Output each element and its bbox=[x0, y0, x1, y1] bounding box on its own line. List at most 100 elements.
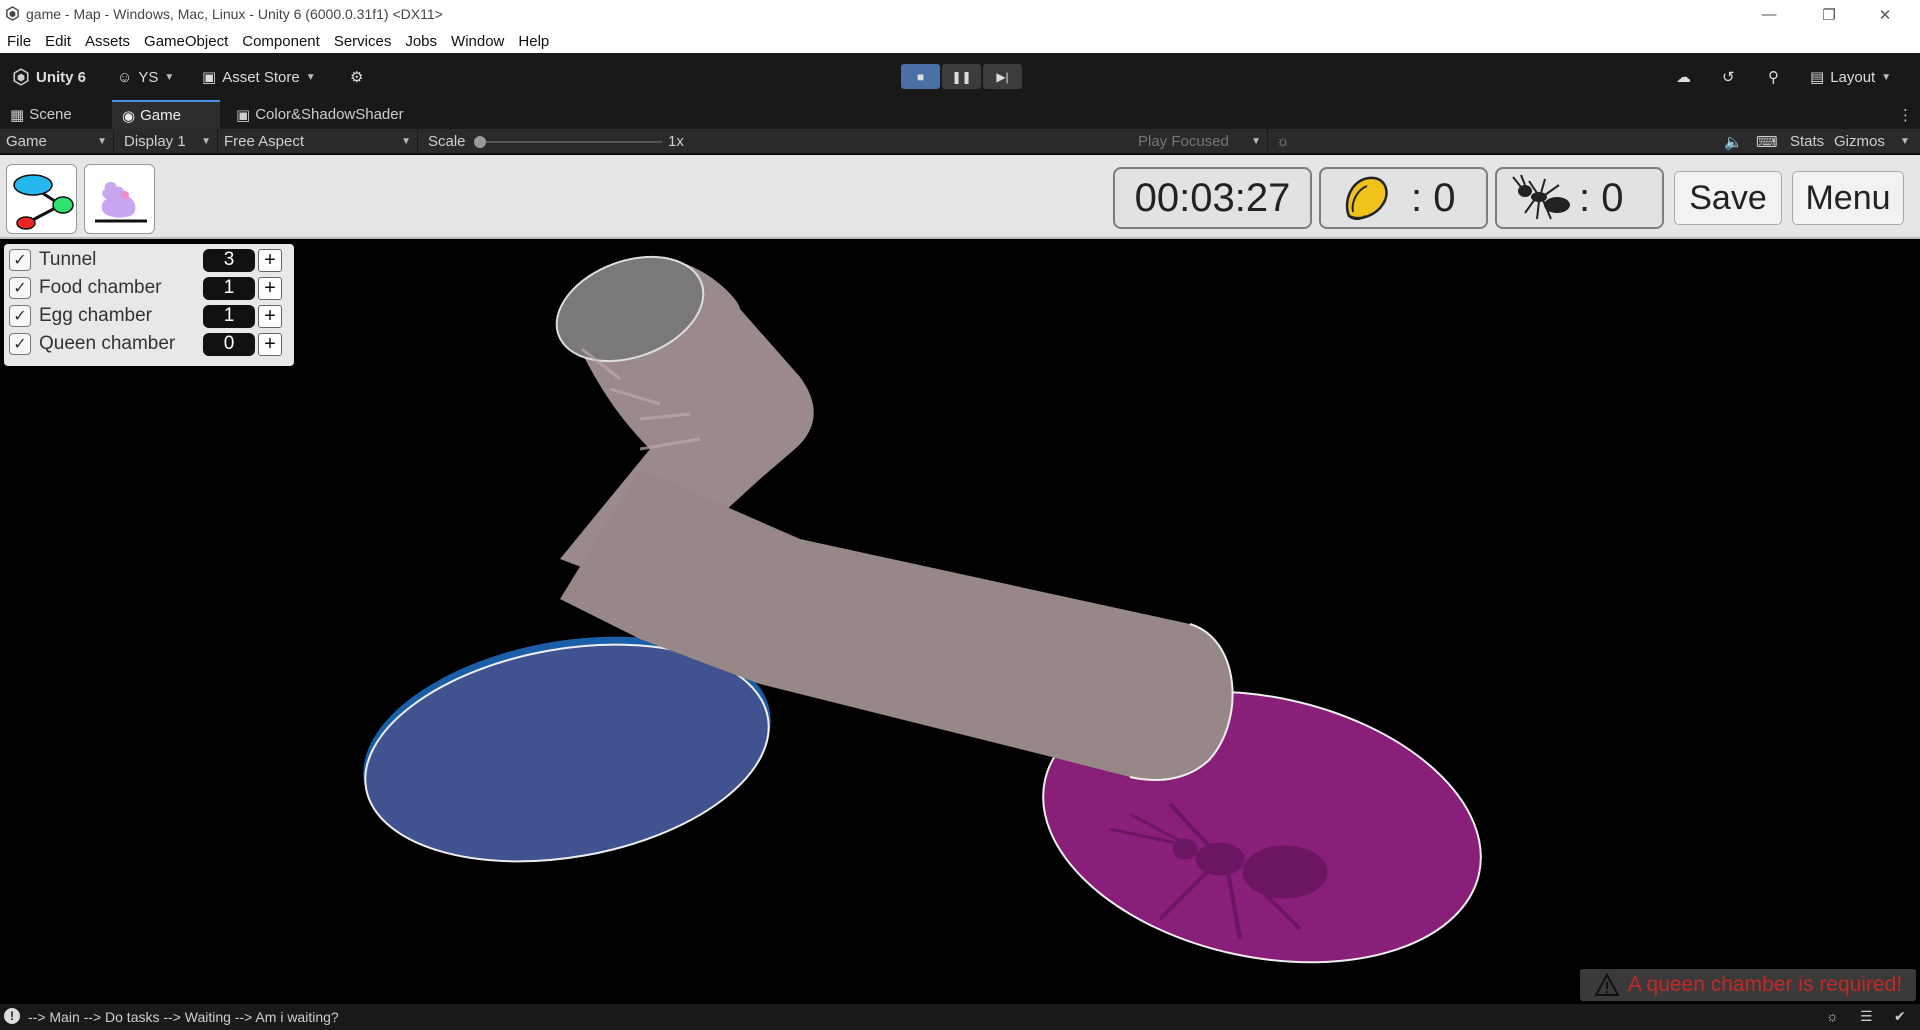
tab-scene-label: Scene bbox=[29, 106, 72, 123]
tab-menu-button[interactable]: ⋮ bbox=[1888, 100, 1914, 129]
status-bar: ! --> Main --> Do tasks --> Waiting --> … bbox=[0, 1004, 1920, 1030]
account-icon: ☺ bbox=[117, 68, 133, 86]
add-egg-chamber-button[interactable]: + bbox=[258, 304, 282, 328]
scale-slider[interactable] bbox=[478, 141, 662, 143]
console-last-message[interactable]: --> Main --> Do tasks --> Waiting --> Am… bbox=[28, 1009, 339, 1025]
checklist-label: Queen chamber bbox=[39, 333, 176, 354]
checklist-row-tunnel: ✓ Tunnel 3 + bbox=[9, 248, 289, 272]
main-toolbar: Unity 6 ☺ YS ▼ ▣ Asset Store ▼ ⚙ ■ ❚❚ ▶|… bbox=[0, 53, 1920, 100]
chamber-tool-button[interactable] bbox=[84, 164, 155, 234]
account-dropdown[interactable]: ☺ YS ▼ bbox=[117, 65, 174, 89]
minimize-icon[interactable]: — bbox=[1746, 0, 1792, 29]
pause-button[interactable]: ❚❚ bbox=[942, 64, 981, 89]
search-button[interactable]: ⚲ bbox=[1768, 65, 1779, 89]
history-button[interactable]: ↺ bbox=[1722, 65, 1735, 89]
checklist-label: Tunnel bbox=[39, 249, 97, 270]
layout-label: Layout bbox=[1830, 68, 1876, 86]
scale-slider-handle[interactable] bbox=[474, 136, 486, 148]
aspect-label: Free Aspect bbox=[224, 133, 305, 150]
menu-button[interactable]: Menu bbox=[1792, 171, 1904, 225]
ant-counter: : 0 bbox=[1495, 167, 1664, 229]
unity-version-label: Unity 6 bbox=[36, 68, 87, 86]
warning-banner: A queen chamber is required! bbox=[1580, 969, 1916, 1001]
chevron-down-icon: ▼ bbox=[1251, 136, 1261, 147]
add-queen-chamber-button[interactable]: + bbox=[258, 332, 282, 356]
display-dropdown[interactable]: Display 1 ▼ bbox=[118, 129, 218, 154]
stats-button[interactable]: Stats bbox=[1790, 129, 1824, 154]
checklist-count: 3 bbox=[203, 248, 255, 272]
checklist-label: Food chamber bbox=[39, 277, 162, 298]
menu-edit[interactable]: Edit bbox=[38, 33, 78, 50]
checklist-count: 1 bbox=[203, 276, 255, 300]
layout-icon: ▤ bbox=[1810, 69, 1825, 86]
services-button[interactable]: ⚙ bbox=[350, 65, 363, 89]
checkbox-food-chamber[interactable]: ✓ bbox=[9, 277, 31, 299]
chamber-blob-icon bbox=[95, 181, 147, 223]
bug-icon[interactable]: ☼ bbox=[1276, 129, 1290, 154]
chevron-down-icon: ▼ bbox=[201, 136, 211, 147]
play-mode-dropdown[interactable]: Play Focused ▼ bbox=[1132, 129, 1268, 154]
checkmark-icon: ✓ bbox=[13, 280, 27, 297]
grid-icon: ▦ bbox=[10, 106, 25, 124]
stop-icon: ■ bbox=[916, 69, 925, 84]
tunnel-network-icon bbox=[13, 174, 74, 230]
restore-icon[interactable]: ❐ bbox=[1806, 0, 1852, 29]
step-button[interactable]: ▶| bbox=[983, 64, 1022, 89]
scale-value: 1x bbox=[668, 133, 684, 150]
chevron-down-icon[interactable]: ▼ bbox=[1900, 129, 1910, 154]
seed-food-icon bbox=[1345, 176, 1388, 220]
menu-jobs[interactable]: Jobs bbox=[398, 33, 444, 50]
bug-report-icon[interactable]: ☼ bbox=[1826, 1008, 1839, 1024]
window-title: game - Map - Windows, Mac, Linux - Unity… bbox=[26, 6, 443, 22]
ant-count: : 0 bbox=[1579, 175, 1624, 220]
unity-logo-icon bbox=[6, 6, 19, 21]
chevron-down-icon: ▼ bbox=[305, 71, 316, 83]
unity-version-button[interactable]: Unity 6 bbox=[12, 65, 86, 89]
menu-component[interactable]: Component bbox=[235, 33, 327, 50]
warning-text: A queen chamber is required! bbox=[1627, 973, 1903, 996]
close-icon[interactable]: ✕ bbox=[1862, 0, 1908, 29]
tab-shader[interactable]: ▣ Color&ShadowShader bbox=[226, 100, 426, 129]
unity-cube-icon bbox=[13, 68, 29, 86]
cloud-button[interactable]: ☁ bbox=[1676, 65, 1691, 89]
history-icon: ↺ bbox=[1722, 69, 1735, 86]
menu-services[interactable]: Services bbox=[327, 33, 399, 50]
step-icon: ▶| bbox=[996, 69, 1009, 84]
ant-icon bbox=[1512, 174, 1570, 220]
settings-gear-icon: ⚙ bbox=[350, 69, 364, 86]
layout-dropdown[interactable]: ▤ Layout ▼ bbox=[1810, 65, 1891, 89]
aspect-dropdown[interactable]: Free Aspect ▼ bbox=[218, 129, 418, 154]
keyboard-icon[interactable]: ⌨ bbox=[1756, 129, 1778, 154]
menu-help[interactable]: Help bbox=[511, 33, 556, 50]
scale-label: Scale bbox=[428, 133, 466, 150]
save-button[interactable]: Save bbox=[1674, 171, 1782, 225]
account-label: YS bbox=[138, 68, 159, 86]
menu-assets[interactable]: Assets bbox=[78, 33, 137, 50]
tab-game[interactable]: ◉ Game bbox=[112, 100, 220, 129]
checkbox-tunnel[interactable]: ✓ bbox=[9, 249, 31, 271]
shader-file-icon: ▣ bbox=[236, 106, 251, 124]
gamepad-icon: ◉ bbox=[122, 107, 136, 125]
add-tunnel-button[interactable]: + bbox=[258, 248, 282, 272]
checkbox-queen-chamber[interactable]: ✓ bbox=[9, 333, 31, 355]
menu-window[interactable]: Window bbox=[444, 33, 511, 50]
add-food-chamber-button[interactable]: + bbox=[258, 276, 282, 300]
gizmos-button[interactable]: Gizmos bbox=[1834, 129, 1885, 154]
checkbox-egg-chamber[interactable]: ✓ bbox=[9, 305, 31, 327]
checkmark-icon: ✓ bbox=[13, 252, 27, 269]
tunnel-tool-button[interactable] bbox=[6, 164, 77, 234]
build-checklist: ✓ Tunnel 3 + ✓ Food chamber 1 + ✓ Egg ch… bbox=[4, 244, 294, 366]
more-vertical-icon: ⋮ bbox=[1898, 106, 1913, 124]
info-icon: ! bbox=[4, 1008, 20, 1024]
check-circle-icon[interactable]: ✔ bbox=[1894, 1008, 1906, 1025]
layers-icon[interactable]: ☰ bbox=[1860, 1008, 1873, 1025]
tab-scene[interactable]: ▦ Scene bbox=[0, 100, 110, 129]
menu-gameobject[interactable]: GameObject bbox=[137, 33, 235, 50]
view-mode-dropdown[interactable]: Game ▼ bbox=[0, 129, 114, 154]
checklist-row-egg-chamber: ✓ Egg chamber 1 + bbox=[9, 304, 289, 328]
asset-store-dropdown[interactable]: ▣ Asset Store ▼ bbox=[202, 65, 316, 89]
game-hud: 00:03:27 : 0 : 0 Save Menu bbox=[0, 155, 1920, 239]
audio-icon[interactable]: 🔈 bbox=[1724, 129, 1743, 154]
stop-button[interactable]: ■ bbox=[901, 64, 940, 89]
menu-file[interactable]: File bbox=[0, 33, 38, 50]
